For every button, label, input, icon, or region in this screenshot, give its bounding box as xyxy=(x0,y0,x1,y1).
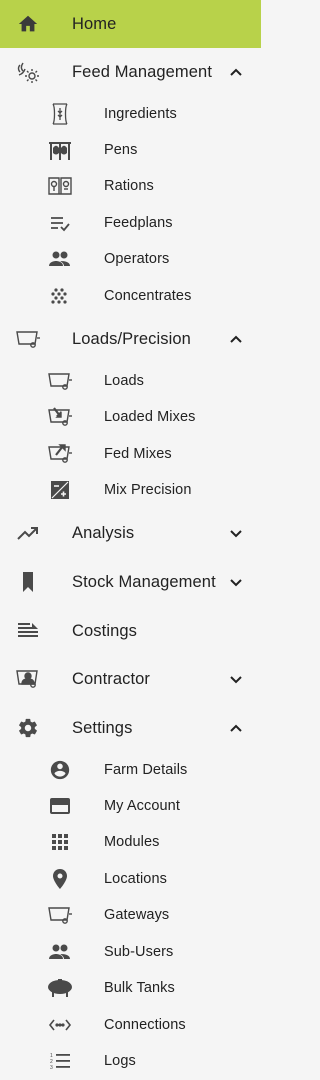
nav-ingredients[interactable]: Ingredients xyxy=(0,96,261,132)
credit-card-icon xyxy=(46,793,74,819)
wagon-down-arrow-icon xyxy=(46,404,74,430)
nav-stock-management-label: Stock Management xyxy=(72,572,216,591)
nav-my-account[interactable]: My Account xyxy=(0,788,261,824)
people-icon xyxy=(46,246,74,272)
account-circle-icon xyxy=(46,757,74,783)
chevron-up-icon[interactable] xyxy=(229,332,243,346)
gateway-wagon-icon xyxy=(46,902,74,928)
nav-analysis[interactable]: Analysis xyxy=(0,509,261,557)
nav-pens[interactable]: Pens xyxy=(0,132,261,168)
nav-stock-management[interactable]: Stock Management xyxy=(0,558,261,606)
nav-bulk-tanks-label: Bulk Tanks xyxy=(104,980,175,996)
nav-feedplans[interactable]: Feedplans xyxy=(0,205,261,241)
nav-rations[interactable]: Rations xyxy=(0,168,261,204)
nav-gateways[interactable]: Gateways xyxy=(0,897,261,933)
nav-connections[interactable]: Connections xyxy=(0,1007,261,1043)
nav-concentrates[interactable]: Concentrates xyxy=(0,278,261,314)
wagon-icon xyxy=(46,368,74,394)
nav-sub-users-label: Sub-Users xyxy=(104,944,174,960)
nav-locations[interactable]: Locations xyxy=(0,861,261,897)
nav-modules[interactable]: Modules xyxy=(0,824,261,860)
nav-fed-mixes[interactable]: Fed Mixes xyxy=(0,436,261,472)
nav-costings[interactable]: Costings xyxy=(0,607,261,655)
nav-logs[interactable]: 1 2 3 Logs xyxy=(0,1043,261,1079)
nav-concentrates-label: Concentrates xyxy=(104,288,192,304)
nav-loads-label: Loads xyxy=(104,373,145,389)
chevron-down-icon[interactable] xyxy=(229,575,243,589)
nav-logs-label: Logs xyxy=(104,1053,136,1069)
nav-mix-precision[interactable]: Mix Precision xyxy=(0,472,261,508)
chevron-down-icon[interactable] xyxy=(229,672,243,686)
sub-users-icon xyxy=(46,939,74,965)
svg-text:3: 3 xyxy=(50,1065,53,1071)
nav-operators-label: Operators xyxy=(104,251,170,267)
trending-up-icon xyxy=(14,519,42,547)
nav-pens-label: Pens xyxy=(104,142,138,158)
contractor-wagon-icon xyxy=(14,665,42,693)
nav-mix-precision-label: Mix Precision xyxy=(104,482,192,498)
nav-loads-precision[interactable]: Loads/Precision xyxy=(0,315,261,363)
nav-feedplans-label: Feedplans xyxy=(104,215,173,231)
nav-loads-precision-label: Loads/Precision xyxy=(72,329,191,348)
nav-analysis-label: Analysis xyxy=(72,523,135,542)
nav-fed-mixes-label: Fed Mixes xyxy=(104,446,172,462)
nav-contractor[interactable]: Contractor xyxy=(0,655,261,703)
numbered-list-icon: 1 2 3 xyxy=(46,1048,74,1074)
wagon-up-arrow-icon xyxy=(46,441,74,467)
connections-arrows-icon xyxy=(46,1012,74,1038)
nav-rations-label: Rations xyxy=(104,178,154,194)
nav-operators[interactable]: Operators xyxy=(0,241,261,277)
dots-grid-icon xyxy=(46,283,74,309)
nav-farm-details-label: Farm Details xyxy=(104,762,188,778)
gear-wheat-icon xyxy=(14,58,42,86)
ingredient-sack-icon xyxy=(46,101,74,127)
nav-modules-label: Modules xyxy=(104,834,160,850)
nav-loaded-mixes[interactable]: Loaded Mixes xyxy=(0,399,261,435)
nav-loaded-mixes-label: Loaded Mixes xyxy=(104,409,196,425)
nav-feed-management-label: Feed Management xyxy=(72,62,213,81)
location-pin-icon xyxy=(46,866,74,892)
checklist-icon xyxy=(46,210,74,236)
settings-gear-icon xyxy=(14,714,42,742)
nav-costings-label: Costings xyxy=(72,621,137,640)
nav-locations-label: Locations xyxy=(104,871,167,887)
plus-minus-box-icon xyxy=(46,477,74,503)
rations-book-icon xyxy=(46,173,74,199)
bulk-tank-icon xyxy=(46,975,74,1001)
home-icon xyxy=(14,10,42,38)
nav-loads[interactable]: Loads xyxy=(0,363,261,399)
nav-connections-label: Connections xyxy=(104,1017,186,1033)
costings-list-icon xyxy=(14,617,42,645)
chevron-up-icon[interactable] xyxy=(229,65,243,79)
cattle-pen-icon xyxy=(46,137,74,163)
nav-bulk-tanks[interactable]: Bulk Tanks xyxy=(0,970,261,1006)
nav-contractor-label: Contractor xyxy=(72,669,151,688)
nav-home[interactable]: Home xyxy=(0,0,261,48)
nav-farm-details[interactable]: Farm Details xyxy=(0,752,261,788)
feeder-wagon-icon xyxy=(14,325,42,353)
nav-my-account-label: My Account xyxy=(104,798,180,814)
bookmark-icon xyxy=(14,568,42,596)
apps-grid-icon xyxy=(46,829,74,855)
nav-settings[interactable]: Settings xyxy=(0,704,261,752)
nav-home-label: Home xyxy=(72,14,117,33)
nav-settings-label: Settings xyxy=(72,718,133,737)
nav-ingredients-label: Ingredients xyxy=(104,106,177,122)
chevron-down-icon[interactable] xyxy=(229,526,243,540)
chevron-up-icon[interactable] xyxy=(229,721,243,735)
nav-feed-management[interactable]: Feed Management xyxy=(0,48,261,96)
nav-sub-users[interactable]: Sub-Users xyxy=(0,934,261,970)
nav-gateways-label: Gateways xyxy=(104,907,170,923)
